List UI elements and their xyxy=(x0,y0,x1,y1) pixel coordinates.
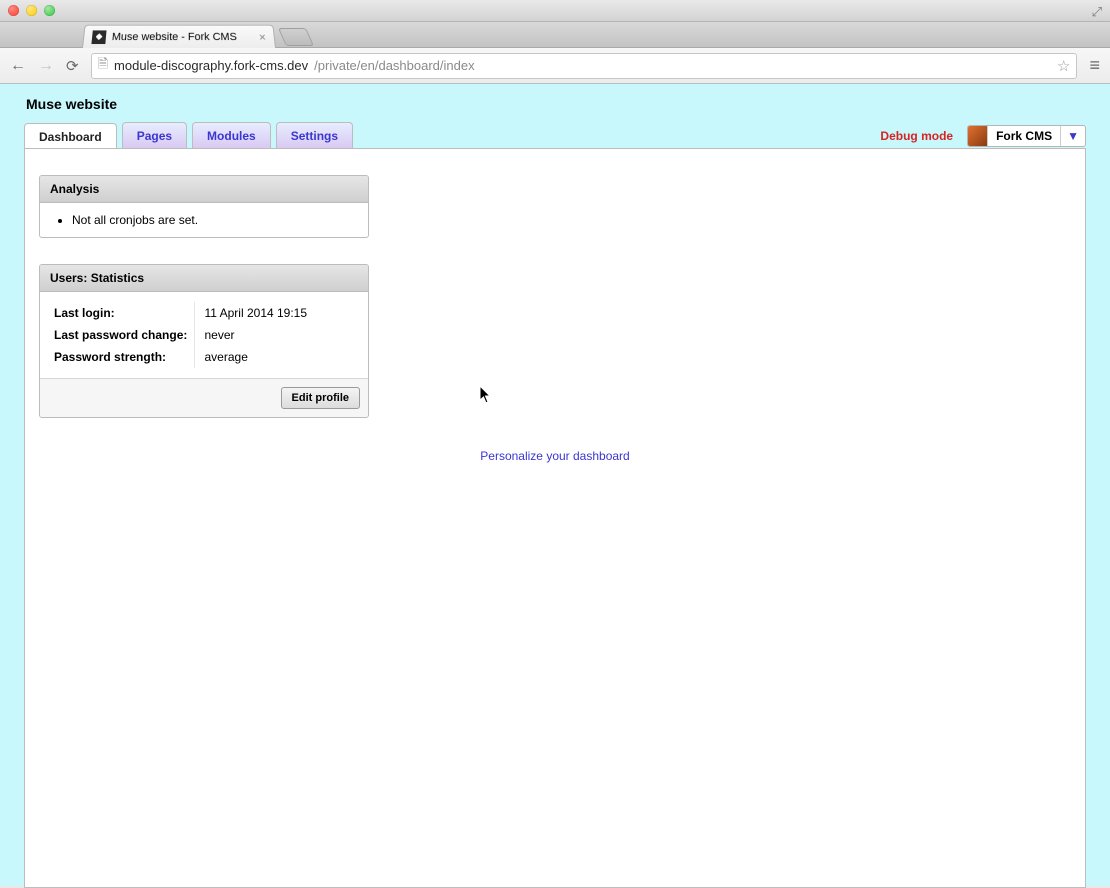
minimize-window-button[interactable] xyxy=(26,5,37,16)
debug-mode-link[interactable]: Debug mode xyxy=(880,129,953,143)
url-path: /private/en/dashboard/index xyxy=(314,58,474,73)
user-label: Fork CMS xyxy=(988,126,1060,146)
stats-title: Users: Statistics xyxy=(40,265,368,292)
stat-value: 11 April 2014 19:15 xyxy=(194,302,354,324)
chrome-menu-icon[interactable]: ≡ xyxy=(1089,55,1100,76)
window-titlebar: ⤢ xyxy=(0,0,1110,22)
stat-row: Last login: 11 April 2014 19:15 xyxy=(54,302,354,324)
header-right: Debug mode Fork CMS ▼ xyxy=(880,125,1086,147)
zoom-window-button[interactable] xyxy=(44,5,55,16)
favicon-icon xyxy=(91,30,106,44)
stat-row: Password strength: average xyxy=(54,346,354,368)
address-bar[interactable]: 🗎 module-discography.fork-cms.dev/privat… xyxy=(91,53,1078,79)
stat-label: Last login: xyxy=(54,302,194,324)
page-body: Muse website Dashboard Pages Modules Set… xyxy=(0,84,1110,886)
new-tab-button[interactable] xyxy=(278,28,314,46)
tab-close-icon[interactable]: × xyxy=(258,30,266,44)
site-title: Muse website xyxy=(24,96,1086,112)
main-tabs: Dashboard Pages Modules Settings xyxy=(24,122,353,149)
stat-value: average xyxy=(194,346,354,368)
main-panel: Analysis Not all cronjobs are set. Users… xyxy=(24,148,1086,888)
tab-pages[interactable]: Pages xyxy=(122,122,187,149)
header-row: Dashboard Pages Modules Settings Debug m… xyxy=(24,122,1086,149)
stat-value: never xyxy=(194,324,354,346)
browser-toolbar: ← → ⟳ 🗎 module-discography.fork-cms.dev/… xyxy=(0,48,1110,84)
edit-profile-button[interactable]: Edit profile xyxy=(281,387,360,409)
personalize-dashboard-link[interactable]: Personalize your dashboard xyxy=(480,449,629,463)
back-button[interactable]: ← xyxy=(10,57,26,75)
tab-modules[interactable]: Modules xyxy=(192,122,271,149)
bookmark-star-icon[interactable]: ☆ xyxy=(1057,57,1070,75)
forward-button[interactable]: → xyxy=(38,57,54,75)
browser-tab[interactable]: Muse website - Fork CMS × xyxy=(82,25,276,48)
reload-button[interactable]: ⟳ xyxy=(66,57,79,75)
close-window-button[interactable] xyxy=(8,5,19,16)
tab-dashboard[interactable]: Dashboard xyxy=(24,123,117,150)
analysis-widget: Analysis Not all cronjobs are set. xyxy=(39,175,369,238)
analysis-body: Not all cronjobs are set. xyxy=(40,203,368,237)
cursor-icon xyxy=(480,386,492,407)
users-statistics-widget: Users: Statistics Last login: 11 April 2… xyxy=(39,264,369,418)
tab-settings[interactable]: Settings xyxy=(276,122,353,149)
chevron-down-icon: ▼ xyxy=(1060,126,1085,146)
analysis-item: Not all cronjobs are set. xyxy=(72,213,354,227)
stats-body: Last login: 11 April 2014 19:15 Last pas… xyxy=(40,292,368,378)
stat-label: Password strength: xyxy=(54,346,194,368)
page-icon: 🗎 xyxy=(98,55,108,77)
analysis-title: Analysis xyxy=(40,176,368,203)
browser-tabstrip: Muse website - Fork CMS × xyxy=(0,22,1110,48)
user-menu[interactable]: Fork CMS ▼ xyxy=(967,125,1086,147)
url-host: module-discography.fork-cms.dev xyxy=(114,58,308,73)
fullscreen-icon[interactable]: ⤢ xyxy=(1092,4,1102,20)
stat-label: Last password change: xyxy=(54,324,194,346)
stat-row: Last password change: never xyxy=(54,324,354,346)
tab-title: Muse website - Fork CMS xyxy=(111,31,237,43)
avatar xyxy=(968,126,988,146)
stats-footer: Edit profile xyxy=(40,378,368,417)
traffic-lights xyxy=(8,5,55,16)
